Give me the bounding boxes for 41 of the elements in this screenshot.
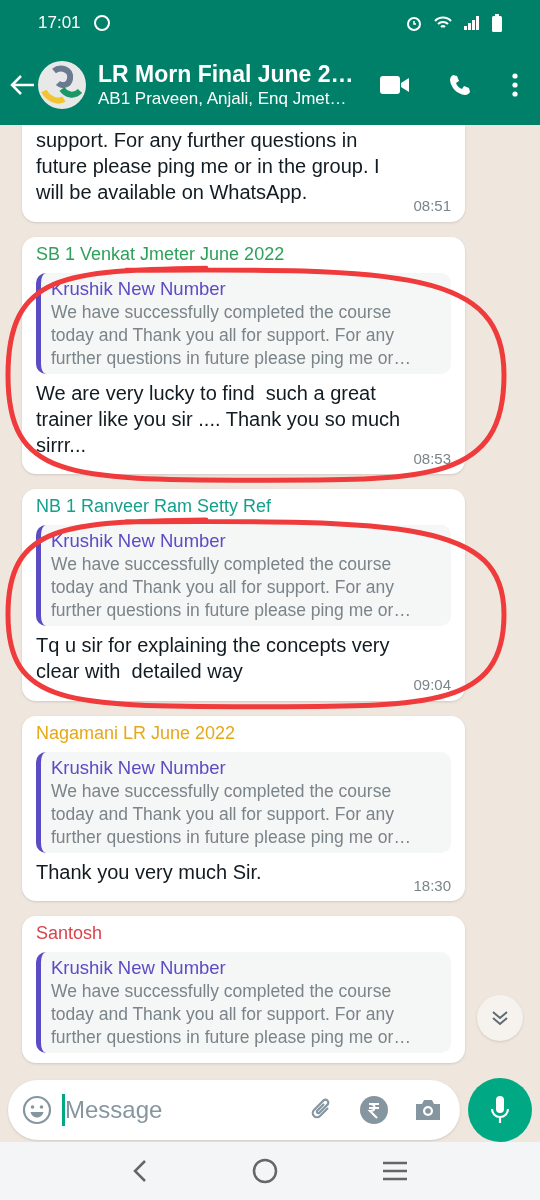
message-time: 08:51 [413,196,451,216]
back-arrow-icon[interactable] [10,74,36,96]
group-avatar-icon[interactable] [38,61,86,109]
nav-home-icon[interactable] [252,1158,278,1184]
quote-text: We have successfully completed the course today and Thank you all for support. For any further questions in future please ping me or… [51,300,412,370]
phone-icon[interactable] [448,73,472,97]
video-call-icon[interactable] [380,75,410,95]
quote-text: We have successfully completed the course today and Thank you all for support. For any further questions in future please ping me or… [51,553,412,622]
quote-author: Krushik New Number [51,755,227,780]
quote-text: We have successfully completed the course today and Thank you all for support. For any further questions in future please ping me or… [51,779,412,849]
rupee-payment-icon[interactable] [360,1096,388,1124]
message-field[interactable]: Message [8,1080,460,1140]
message-text: Thank you very much Sir. [36,859,263,885]
more-options-icon[interactable] [512,73,518,97]
quote-text: We have successfully completed the course today and Thank you all for support. For any further questions in future please ping me or… [51,980,412,1049]
sender-name: NB 1 Ranveer Ram Setty Ref [36,495,273,517]
scroll-down-button[interactable] [477,995,523,1041]
message-text: support. For any further questions in future please ping me or in the group. I will be available on WhatsApp. [36,128,381,205]
quote-author: Krushik New Number [51,529,227,553]
signal-icon [464,15,480,30]
quote-author: Krushik New Number [51,956,227,980]
message-time: 09:04 [413,675,451,695]
chat-members[interactable]: AB1 Praveen, Anjali, Enq Jmet… [98,88,380,110]
microphone-icon [490,1096,510,1124]
chat-title[interactable]: LR Morn Final June 2… [98,60,380,88]
nav-recents-icon[interactable] [382,1160,408,1182]
quote-author: Krushik New Number [51,276,227,301]
message-text: We are very lucky to find such a great trainer like you sir .... Thank you so much sirrr... [36,380,402,458]
battery-icon [492,13,502,32]
emoji-icon[interactable] [22,1095,52,1125]
sender-name: Nagamani LR June 2022 [36,721,237,744]
message-time: 08:53 [413,448,451,469]
status-time: 17:01 [38,11,81,34]
camera-icon[interactable] [414,1098,442,1122]
sender-name: SB 1 Venkat Jmeter June 2022 [36,242,286,265]
message-time: 18:30 [413,875,451,896]
nav-back-icon[interactable] [132,1159,148,1183]
message-text: Tq u sir for explaining the concepts very clear with detailed way [36,633,391,684]
double-chevron-down-icon [491,1010,509,1026]
wifi-icon [434,15,452,30]
sender-name: Santosh [36,922,104,944]
